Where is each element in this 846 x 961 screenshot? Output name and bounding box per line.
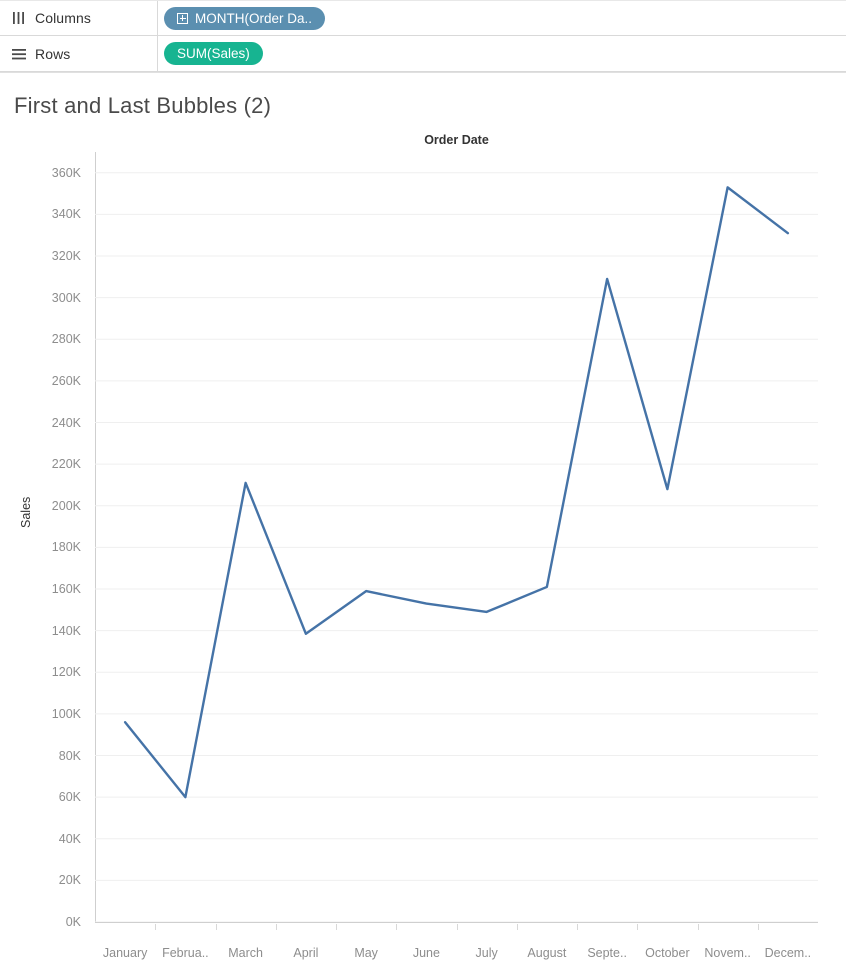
y-axis-tick: 280K — [51, 332, 81, 347]
columns-icon — [12, 11, 26, 25]
y-axis-tick: 220K — [51, 457, 81, 472]
sales-line-series — [123, 186, 790, 799]
x-axis-separator — [637, 924, 639, 930]
line-chart-svg[interactable] — [95, 152, 818, 922]
rows-shelf[interactable]: Rows SUM(Sales) — [0, 36, 846, 72]
shelf-area: Columns MONTH(Order Da.. Rows SUM(Sales) — [0, 0, 846, 72]
y-axis-tick: 80K — [58, 748, 81, 763]
expand-plus-icon[interactable] — [177, 12, 188, 24]
page-title: First and Last Bubbles (2) — [14, 93, 272, 118]
x-axis-separator — [577, 924, 578, 930]
y-axis-tick: 100K — [51, 706, 81, 721]
x-axis-separator — [697, 924, 699, 930]
y-axis-tick: 360K — [51, 165, 81, 180]
y-axis-tick: 320K — [51, 249, 81, 264]
gridlines — [95, 172, 818, 922]
y-axis-tick: 240K — [51, 415, 81, 430]
y-axis-tick: 160K — [51, 582, 81, 597]
rows-shelf-label-cell: Rows — [0, 36, 158, 71]
columns-shelf[interactable]: Columns MONTH(Order Da.. — [0, 0, 846, 36]
x-axis-line — [95, 922, 818, 923]
column-field-header: Order Date — [424, 133, 489, 147]
x-axis-tick[interactable]: May — [354, 946, 378, 960]
x-axis-tick-labels: January Februa.. March April May June July Augu… — [95, 924, 818, 961]
y-axis-tick: 260K — [51, 373, 81, 388]
columns-shelf-content[interactable]: MONTH(Order Da.. — [158, 1, 846, 35]
x-axis-separator — [396, 924, 398, 930]
x-axis-tick[interactable]: Decem.. — [765, 946, 812, 960]
plot-area[interactable] — [95, 152, 818, 922]
rows-icon — [12, 47, 26, 61]
y-axis-tick-labels: 0K 20K 40K 60K 80K 100K 120K 140K 160K 180K 200K 22… — [0, 152, 89, 929]
y-axis-tick: 180K — [51, 540, 81, 555]
visualization-pane: First and Last Bubbles (2) Order Date Sa… — [0, 72, 846, 961]
y-axis-tick: 340K — [51, 207, 81, 222]
x-axis-separator — [516, 924, 518, 930]
x-axis-separator — [456, 924, 458, 930]
y-axis-tick: 120K — [51, 665, 81, 680]
pill-sum-sales[interactable]: SUM(Sales) — [164, 42, 263, 65]
x-axis-separator — [215, 924, 217, 930]
y-axis-tick: 20K — [58, 873, 81, 888]
y-axis-tick: 0K — [65, 915, 81, 929]
x-axis-tick[interactable]: Februa.. — [162, 946, 209, 960]
x-axis-tick[interactable]: March — [228, 946, 263, 960]
x-axis-tick[interactable]: July — [476, 946, 498, 960]
y-axis-tick: 300K — [51, 290, 81, 305]
x-axis-tick[interactable]: June — [413, 946, 440, 960]
x-axis-tick[interactable]: January — [103, 946, 147, 960]
x-axis-separator — [275, 924, 277, 930]
y-axis-tick: 200K — [51, 498, 81, 513]
x-axis-separator — [336, 924, 337, 930]
pill-label: SUM(Sales) — [177, 46, 250, 61]
columns-shelf-label-cell: Columns — [0, 1, 158, 35]
y-axis-tick: 140K — [51, 623, 81, 638]
x-axis-separator — [757, 924, 759, 930]
x-axis-tick[interactable]: April — [293, 946, 318, 960]
x-axis-tick[interactable]: October — [645, 946, 689, 960]
columns-shelf-label: Columns — [35, 10, 91, 26]
rows-shelf-content[interactable]: SUM(Sales) — [158, 36, 846, 71]
y-axis-tick: 60K — [58, 790, 81, 805]
pill-month-order-date[interactable]: MONTH(Order Da.. — [164, 6, 326, 30]
y-axis-tick: 40K — [58, 831, 81, 846]
rows-shelf-label: Rows — [35, 45, 71, 62]
x-axis-separator — [155, 924, 157, 930]
x-axis-tick[interactable]: August — [527, 946, 566, 960]
pill-label: MONTH(Order Da.. — [195, 10, 313, 26]
x-axis-tick[interactable]: Novem.. — [704, 946, 751, 960]
x-axis-tick[interactable]: Septe.. — [587, 946, 627, 960]
